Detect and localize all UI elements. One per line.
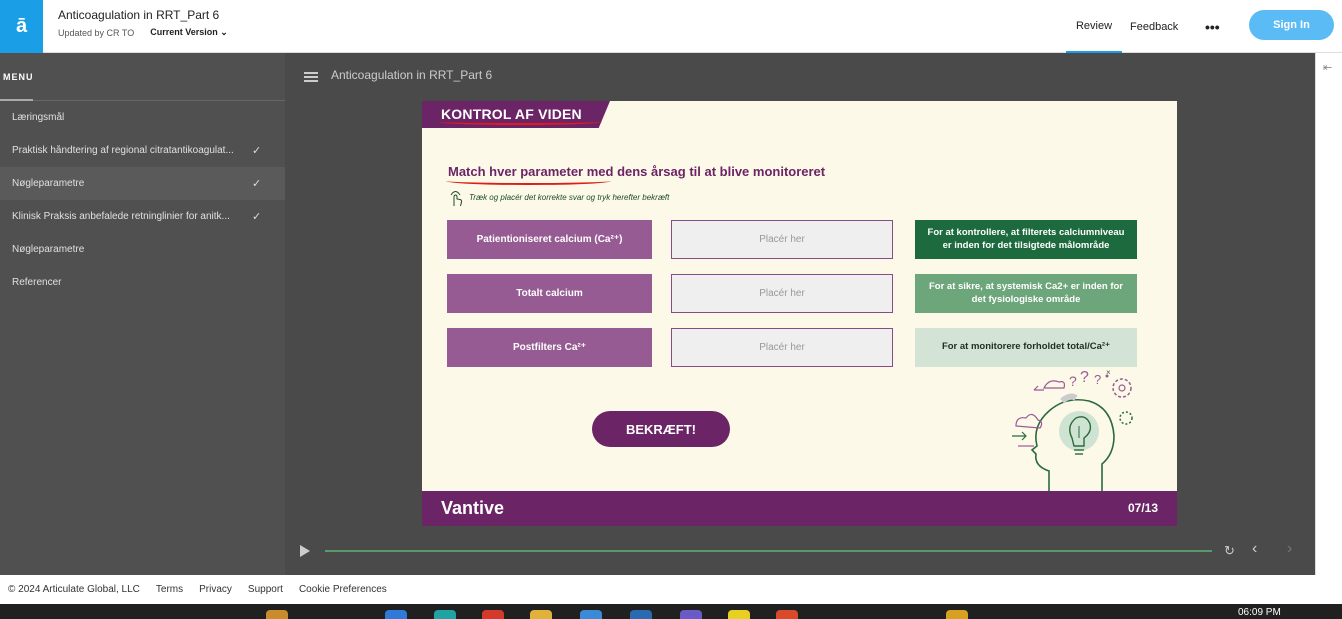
reason-card-3[interactable]: For at monitorere forholdet total/Ca²⁺ <box>915 328 1137 367</box>
course-subline: Updated by CR TO Current Version ⌄ <box>58 27 228 38</box>
taskbar-app-icon[interactable] <box>680 610 702 619</box>
review-panel-strip: ⇤ <box>1315 53 1342 575</box>
check-icon: ✓ <box>252 145 262 157</box>
page-footer: © 2024 Articulate Global, LLC Terms Priv… <box>0 575 1342 604</box>
page-counter: 07/13 <box>1127 501 1158 515</box>
svg-text:×: × <box>1106 368 1111 377</box>
vantive-logo: Vantive <box>441 498 505 518</box>
instruction-hint: Træk og placér det korrekte svar og tryk… <box>469 193 670 202</box>
taskbar-app-icon[interactable] <box>946 610 968 619</box>
taskbar-app-icon[interactable] <box>728 610 750 619</box>
menu-heading: MENU <box>0 53 285 101</box>
chevron-down-icon: ⌄ <box>220 27 228 37</box>
terms-link[interactable]: Terms <box>156 584 183 595</box>
hamburger-menu-icon[interactable] <box>304 72 318 82</box>
course-menu-sidebar: MENU Læringsmål Praktisk håndtering af r… <box>0 53 285 575</box>
articulate-logo-icon[interactable]: ā <box>0 0 43 53</box>
check-icon: ✓ <box>252 178 262 190</box>
svg-text:?: ? <box>1069 373 1077 389</box>
next-slide-icon[interactable]: › <box>1287 540 1292 558</box>
drag-hand-icon <box>450 191 463 207</box>
param-totalt-calcium[interactable]: Totalt calcium <box>447 274 652 313</box>
slide: KONTROL AF VIDEN Match hver parameter me… <box>422 101 1177 526</box>
menu-item-noegleparametre-2[interactable]: Nøgleparametre <box>0 233 285 266</box>
drop-zone-2[interactable]: Placér her <box>671 274 893 313</box>
taskbar-app-icon[interactable] <box>482 610 504 619</box>
play-icon[interactable] <box>300 545 310 557</box>
version-selector[interactable]: Current Version ⌄ <box>150 27 228 38</box>
more-options-icon[interactable]: ••• <box>1205 0 1220 53</box>
nav-feedback[interactable]: Feedback <box>1130 0 1178 53</box>
taskbar-app-icon[interactable] <box>530 610 552 619</box>
menu-item-label: Læringsmål <box>12 112 65 123</box>
copyright: © 2024 Articulate Global, LLC <box>8 584 140 595</box>
sign-in-button[interactable]: Sign In <box>1249 10 1334 40</box>
svg-text:?: ? <box>1080 369 1089 386</box>
seek-bar[interactable] <box>325 550 1212 552</box>
nav-review[interactable]: Review <box>1066 0 1122 53</box>
taskbar-app-icon[interactable] <box>630 610 652 619</box>
menu-item-praktisk[interactable]: Praktisk håndtering af regional citratan… <box>0 134 285 167</box>
lesson-title: Anticoagulation in RRT_Part 6 <box>331 68 493 82</box>
updated-by: Updated by CR TO <box>58 27 135 38</box>
param-postfilters-ca[interactable]: Postfilters Ca²⁺ <box>447 328 652 367</box>
reason-card-1[interactable]: For at kontrollere, at filterets calcium… <box>915 220 1137 259</box>
drop-zone-3[interactable]: Placér her <box>671 328 893 367</box>
previous-slide-icon[interactable]: ‹ <box>1252 540 1257 558</box>
taskbar-app-icon[interactable] <box>776 610 798 619</box>
menu-item-noegleparametre[interactable]: Nøgleparametre ✓ <box>0 167 285 200</box>
menu-item-label: Nøgleparametre <box>12 178 85 189</box>
support-link[interactable]: Support <box>248 584 283 595</box>
menu-item-label: Referencer <box>12 277 62 288</box>
drop-zone-1[interactable]: Placér her <box>671 220 893 259</box>
annotation-underline <box>446 177 611 185</box>
course-title: Anticoagulation in RRT_Part 6 <box>58 8 220 22</box>
os-taskbar: 06:09 PM <box>0 604 1342 619</box>
param-patientioniseret-calcium[interactable]: Patientioniseret calcium (Ca²⁺) <box>447 220 652 259</box>
annotation-underline <box>438 119 602 125</box>
reason-card-2[interactable]: For at sikre, at systemisk Ca2+ er inden… <box>915 274 1137 313</box>
menu-item-label: Praktisk håndtering af regional citratan… <box>12 145 234 156</box>
top-bar: ā Anticoagulation in RRT_Part 6 Updated … <box>0 0 1342 53</box>
check-icon: ✓ <box>252 211 262 223</box>
menu-item-referencer[interactable]: Referencer <box>0 266 285 299</box>
taskbar-app-icon[interactable] <box>385 610 407 619</box>
privacy-link[interactable]: Privacy <box>199 584 232 595</box>
confirm-button[interactable]: BEKRÆFT! <box>592 411 730 447</box>
taskbar-app-icon[interactable] <box>266 610 288 619</box>
slide-footer-band: Vantive 07/13 <box>422 491 1177 526</box>
clock: 06:09 PM <box>1238 607 1281 618</box>
collapse-panel-icon[interactable]: ⇤ <box>1323 61 1332 74</box>
taskbar-app-icon[interactable] <box>434 610 456 619</box>
menu-item-klinisk-praksis[interactable]: Klinisk Praksis anbefalede retninglinier… <box>0 200 285 233</box>
svg-text:?: ? <box>1094 372 1101 387</box>
cookie-preferences-link[interactable]: Cookie Preferences <box>299 584 387 595</box>
menu-item-laeringsmaal[interactable]: Læringsmål <box>0 101 285 134</box>
thinking-head-illustration-icon: ? ? ? × <box>1012 368 1133 491</box>
menu-item-label: Klinisk Praksis anbefalede retninglinier… <box>12 211 230 222</box>
taskbar-app-icon[interactable] <box>580 610 602 619</box>
replay-icon[interactable]: ↻ <box>1224 543 1235 559</box>
version-label: Current Version <box>150 27 218 37</box>
menu-item-label: Nøgleparametre <box>12 244 85 255</box>
